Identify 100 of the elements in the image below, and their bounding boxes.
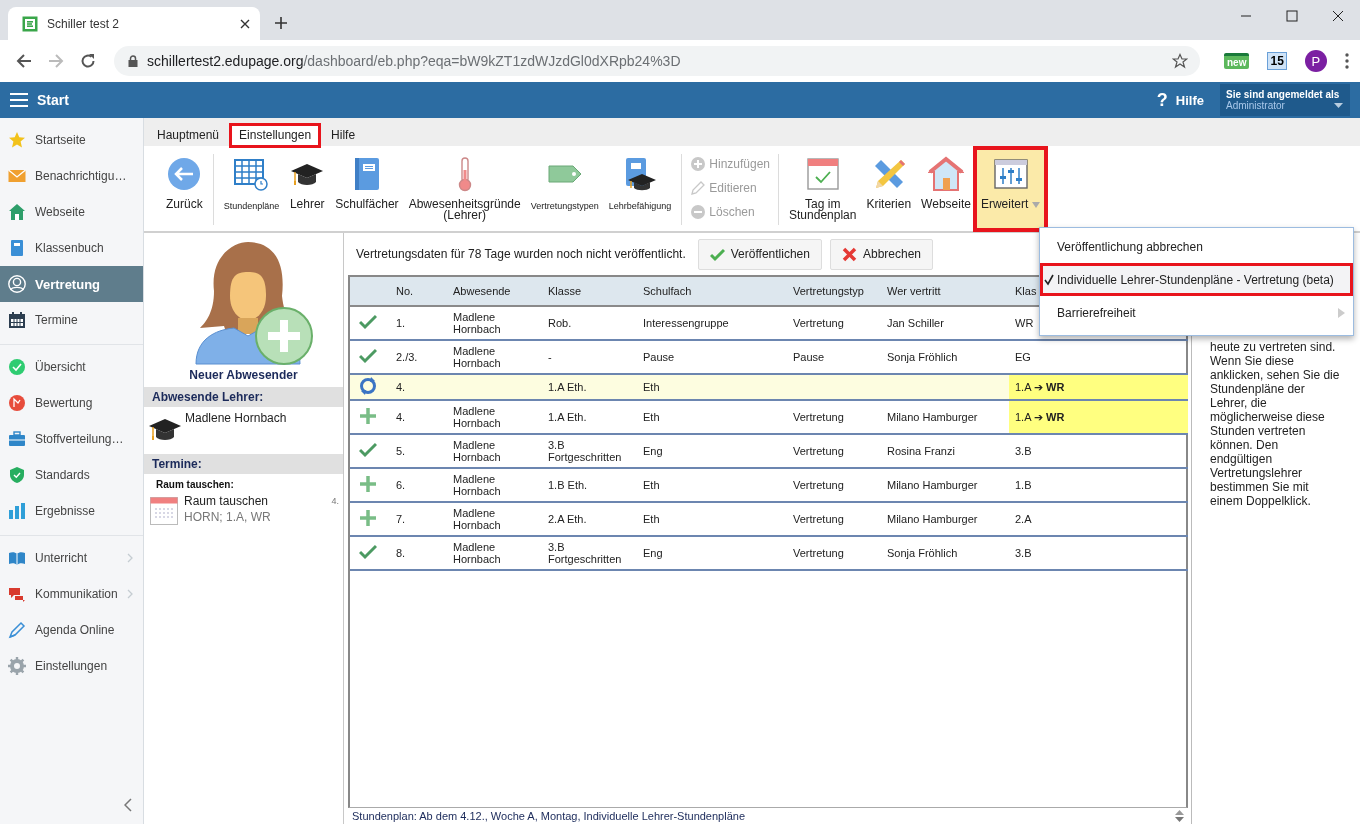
settings-icon <box>8 657 26 675</box>
bar-chart-icon <box>8 502 26 520</box>
sidebar-item[interactable]: Übersicht <box>0 349 143 385</box>
table-cell: Vertretung <box>793 411 844 423</box>
sidebar-item[interactable]: Bewertung <box>0 385 143 421</box>
timetable-icon <box>233 156 270 192</box>
close-icon[interactable] <box>240 18 250 29</box>
new-tab-icon[interactable] <box>274 16 288 30</box>
toolbar-button[interactable]: Webseite <box>917 154 975 224</box>
table-cell: Eth <box>643 411 660 423</box>
menu-tab[interactable]: Hauptmenü <box>149 125 228 146</box>
star-icon <box>8 131 26 149</box>
column-header[interactable]: Wer vertritt <box>887 285 941 297</box>
caret-icon <box>1334 103 1343 108</box>
more-icon[interactable] <box>1344 53 1349 69</box>
table-cell: Eth <box>643 381 660 393</box>
table-cell: Vertretung <box>793 445 844 457</box>
sidebar-item[interactable]: Startseite <box>0 122 143 158</box>
extension-button[interactable]: 15 <box>1267 52 1287 70</box>
action-button[interactable]: Abbrechen <box>829 238 933 270</box>
collapse-icon[interactable] <box>124 798 132 812</box>
action-button[interactable]: Veröffentlichen <box>697 238 822 270</box>
column-header[interactable]: Schulfach <box>643 285 692 297</box>
table-cell-text: Madlene Hornbach <box>453 405 502 429</box>
subheading: Raum tauschen: <box>155 478 235 492</box>
sidebar-item[interactable]: Klassenbuch <box>0 230 143 266</box>
teacher-item[interactable]: Madlene Hornbach <box>144 407 343 449</box>
sidebar-item[interactable]: Stoffverteilung… <box>0 421 143 457</box>
table-cell-text: 3.B Fortgeschritten <box>548 541 623 565</box>
table-cell-text: Madlene Hornbach <box>453 311 502 335</box>
table-cell-text: Madlene Hornbach <box>453 507 502 531</box>
sidebar-item[interactable]: Kommunikation <box>0 576 143 612</box>
table-cell: 1.A ➔ WR <box>1015 411 1065 423</box>
event-title[interactable]: Raum tauschen <box>184 494 326 508</box>
table-cell: 1.A Eth. <box>548 381 587 393</box>
toolbar-button[interactable]: Kriterien <box>862 154 916 224</box>
menu-item[interactable]: Barrierefreiheit <box>1040 296 1353 329</box>
sidebar-item[interactable]: Unterricht <box>0 540 143 576</box>
period-label: 4. <box>331 496 339 506</box>
lock-icon <box>128 55 138 67</box>
sidebar-item[interactable]: Ergebnisse <box>0 493 143 529</box>
back-icon[interactable] <box>16 53 32 69</box>
check-icon <box>709 246 725 262</box>
calendar-check-icon <box>804 156 841 192</box>
table-cell: Pause <box>793 351 825 363</box>
toolbar-button[interactable]: Lehrbefähigung <box>604 154 676 224</box>
sidebar-item[interactable]: Einstellungen <box>0 648 143 684</box>
status-text: Stundenplan: Ab dem 4.12., Woche A, Montag, Individuelle Lehrer-Stundenpläne <box>352 810 745 822</box>
toolbar-button[interactable]: Lehrer <box>285 154 330 224</box>
toolbar-button[interactable]: Stundenpläne <box>219 154 284 224</box>
toolbar-item: Löschen <box>690 202 755 222</box>
table-cell: WR <box>1015 317 1034 329</box>
toolbar-button[interactable]: Schulfächer <box>331 154 403 224</box>
menu-icon[interactable] <box>10 93 28 107</box>
column-header[interactable]: No. <box>396 285 414 297</box>
help-button[interactable]: ? Hilfe <box>1156 89 1204 111</box>
sidebar-item[interactable]: Webseite <box>0 194 143 230</box>
column-header[interactable]: Klas <box>1015 285 1037 297</box>
add-absentee-button[interactable]: Neuer Abwesender <box>144 236 343 382</box>
menu-tab[interactable]: Hilfe <box>323 125 364 146</box>
table-cell: Rob. <box>548 317 572 329</box>
menu-tab[interactable]: Einstellungen <box>231 125 320 146</box>
spinner-icon[interactable] <box>1175 810 1184 822</box>
shield-icon <box>8 466 26 484</box>
sidebar-item[interactable]: Vertretung <box>0 266 143 302</box>
toolbar-item: Editieren <box>690 178 757 198</box>
star-icon[interactable] <box>1172 53 1188 69</box>
house-icon <box>8 203 26 221</box>
close-icon[interactable] <box>1332 10 1344 22</box>
toolbar-button[interactable]: Abwesenheitsgründe (Lehrer) <box>404 154 525 224</box>
menu-item[interactable]: Veröffentlichung abbrechen <box>1040 230 1353 263</box>
table-cell: 2.A Eth. <box>548 513 587 525</box>
toolbar-button[interactable]: Vertretungstypen <box>526 154 603 224</box>
profile-avatar[interactable]: P <box>1304 50 1327 72</box>
maximize-icon[interactable] <box>1286 10 1298 22</box>
sidebar-item[interactable]: Termine <box>0 302 143 338</box>
table-cell: Vertretung <box>793 479 844 491</box>
table-cell: 7. <box>396 513 406 525</box>
reload-icon[interactable] <box>80 53 96 69</box>
table-cell: 1.B Eth. <box>548 479 588 491</box>
house-icon <box>928 156 964 192</box>
table-cell: Vertretung <box>793 513 844 525</box>
address-field[interactable]: schillertest2.edupage.org/dashboard/eb.php?eqa=bW9kZT1zdWJzdGl0dXRpb24%3D <box>114 46 1200 76</box>
notice-text: Vertretungsdaten für 78 Tage wurden noch nicht veröffentlicht. <box>356 247 686 261</box>
browser-tab[interactable]: Schiller test 2 <box>8 7 260 40</box>
table-cell: 1. <box>396 317 406 329</box>
column-header[interactable]: Klasse <box>548 285 582 297</box>
table-cell: 1.B <box>1015 479 1032 491</box>
account-dropdown[interactable]: Sie sind angemeldet als Administrator <box>1220 84 1350 116</box>
sidebar-item[interactable]: Standards <box>0 457 143 493</box>
plus-icon <box>690 156 707 172</box>
sidebar-item[interactable]: Agenda Online <box>0 612 143 648</box>
table-cell: Vertretung <box>793 317 844 329</box>
table-cell-text: Madlene Hornbach <box>453 345 502 369</box>
toolbar-button[interactable]: Tag im Stundenplan <box>785 154 861 224</box>
table-cell: Milano Hamburger <box>887 513 978 525</box>
sidebar-item[interactable]: Benachrichtigu… <box>0 158 143 194</box>
menu-item[interactable]: Individuelle Lehrer-Stundenpläne - Vertretung (beta) <box>1040 263 1353 296</box>
toolbar-button[interactable]: Zurück <box>162 154 207 224</box>
table-cell: 1.A Eth. <box>548 411 587 423</box>
